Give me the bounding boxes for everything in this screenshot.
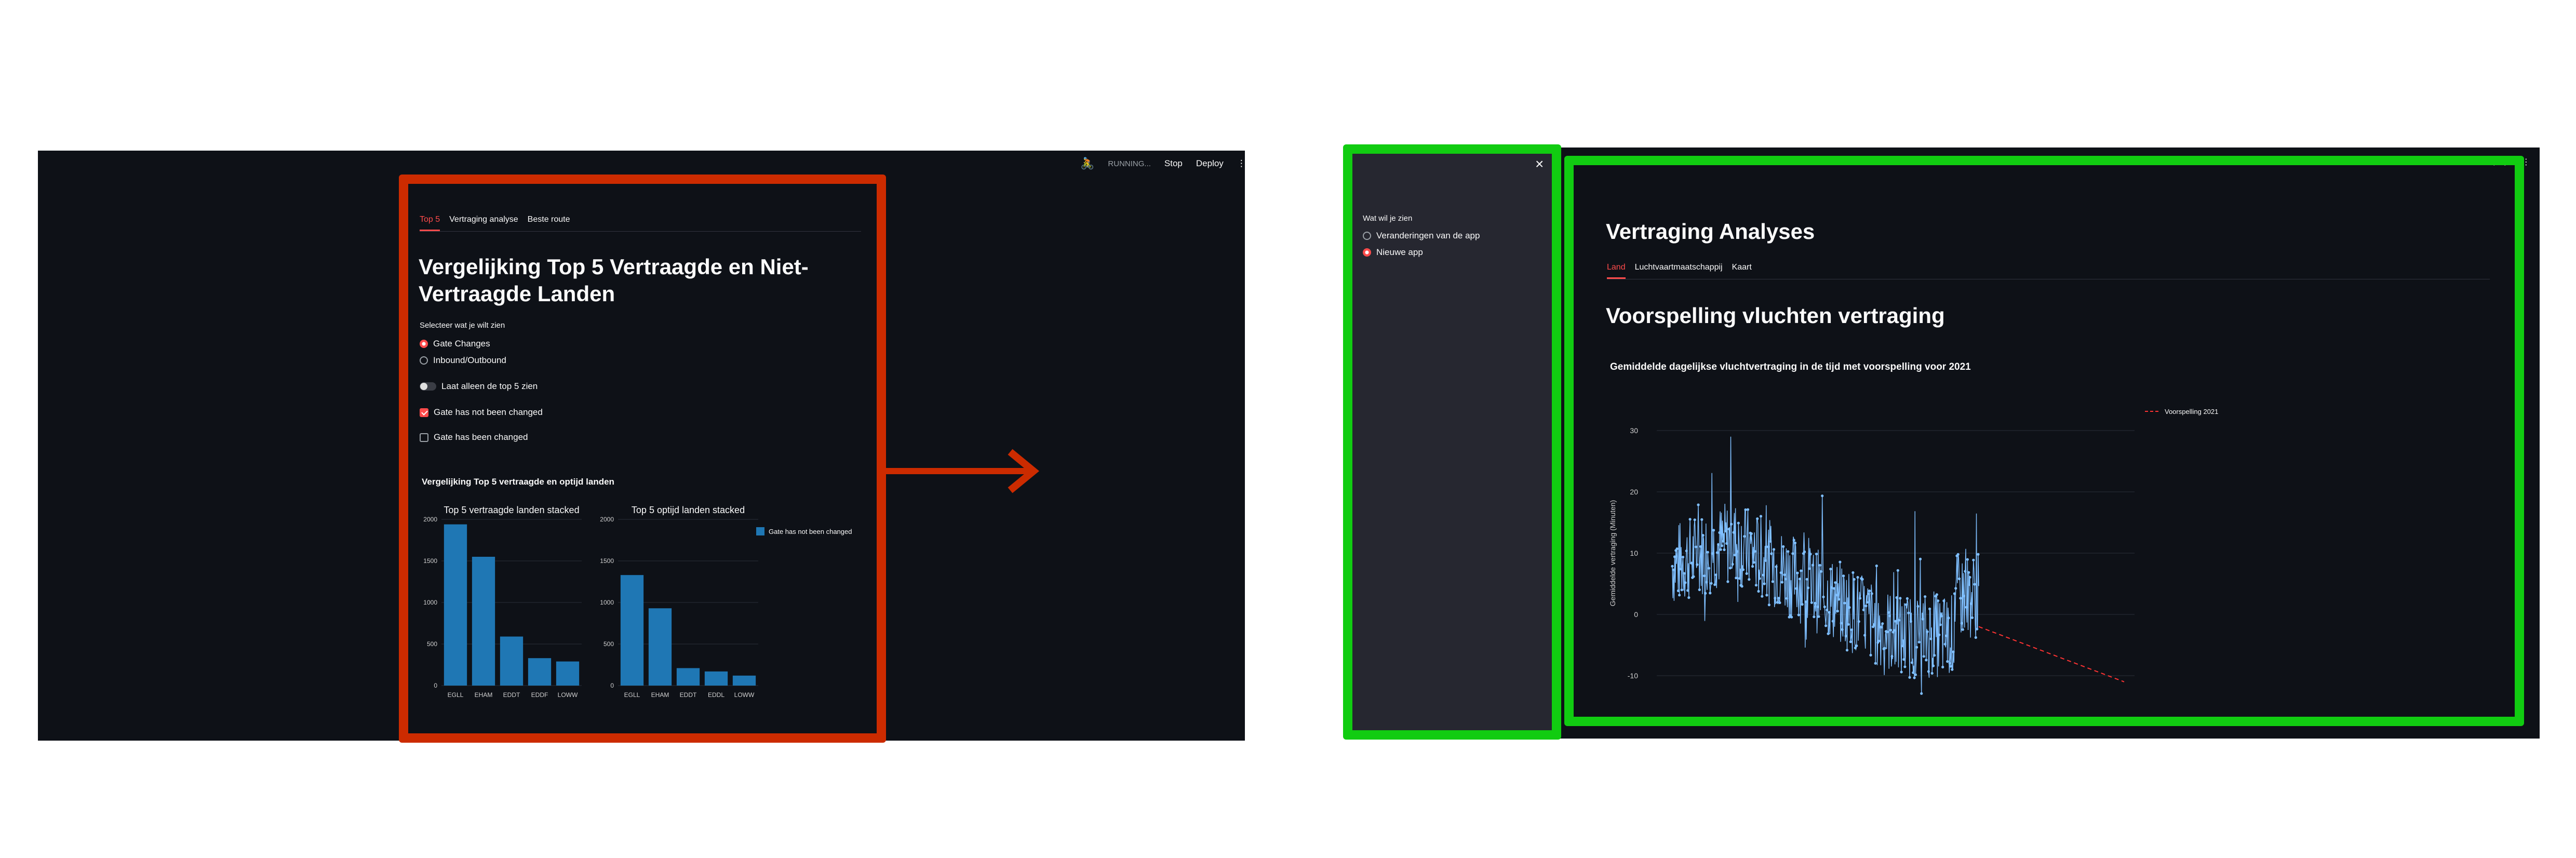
arrow-connector	[878, 449, 1040, 493]
left-topbar: 🚴 RUNNING... Stop Deploy ⋮	[1080, 156, 1246, 171]
stop-button[interactable]: Stop	[1164, 158, 1183, 169]
red-highlight-box	[399, 175, 886, 743]
green-highlight-sidebar	[1343, 144, 1561, 740]
running-status: RUNNING...	[1108, 159, 1151, 168]
deploy-button[interactable]: Deploy	[1196, 158, 1224, 169]
green-highlight-main	[1564, 156, 2524, 726]
main-menu-icon[interactable]: ⋮	[1237, 158, 1246, 169]
running-icon: 🚴	[1080, 157, 1095, 170]
